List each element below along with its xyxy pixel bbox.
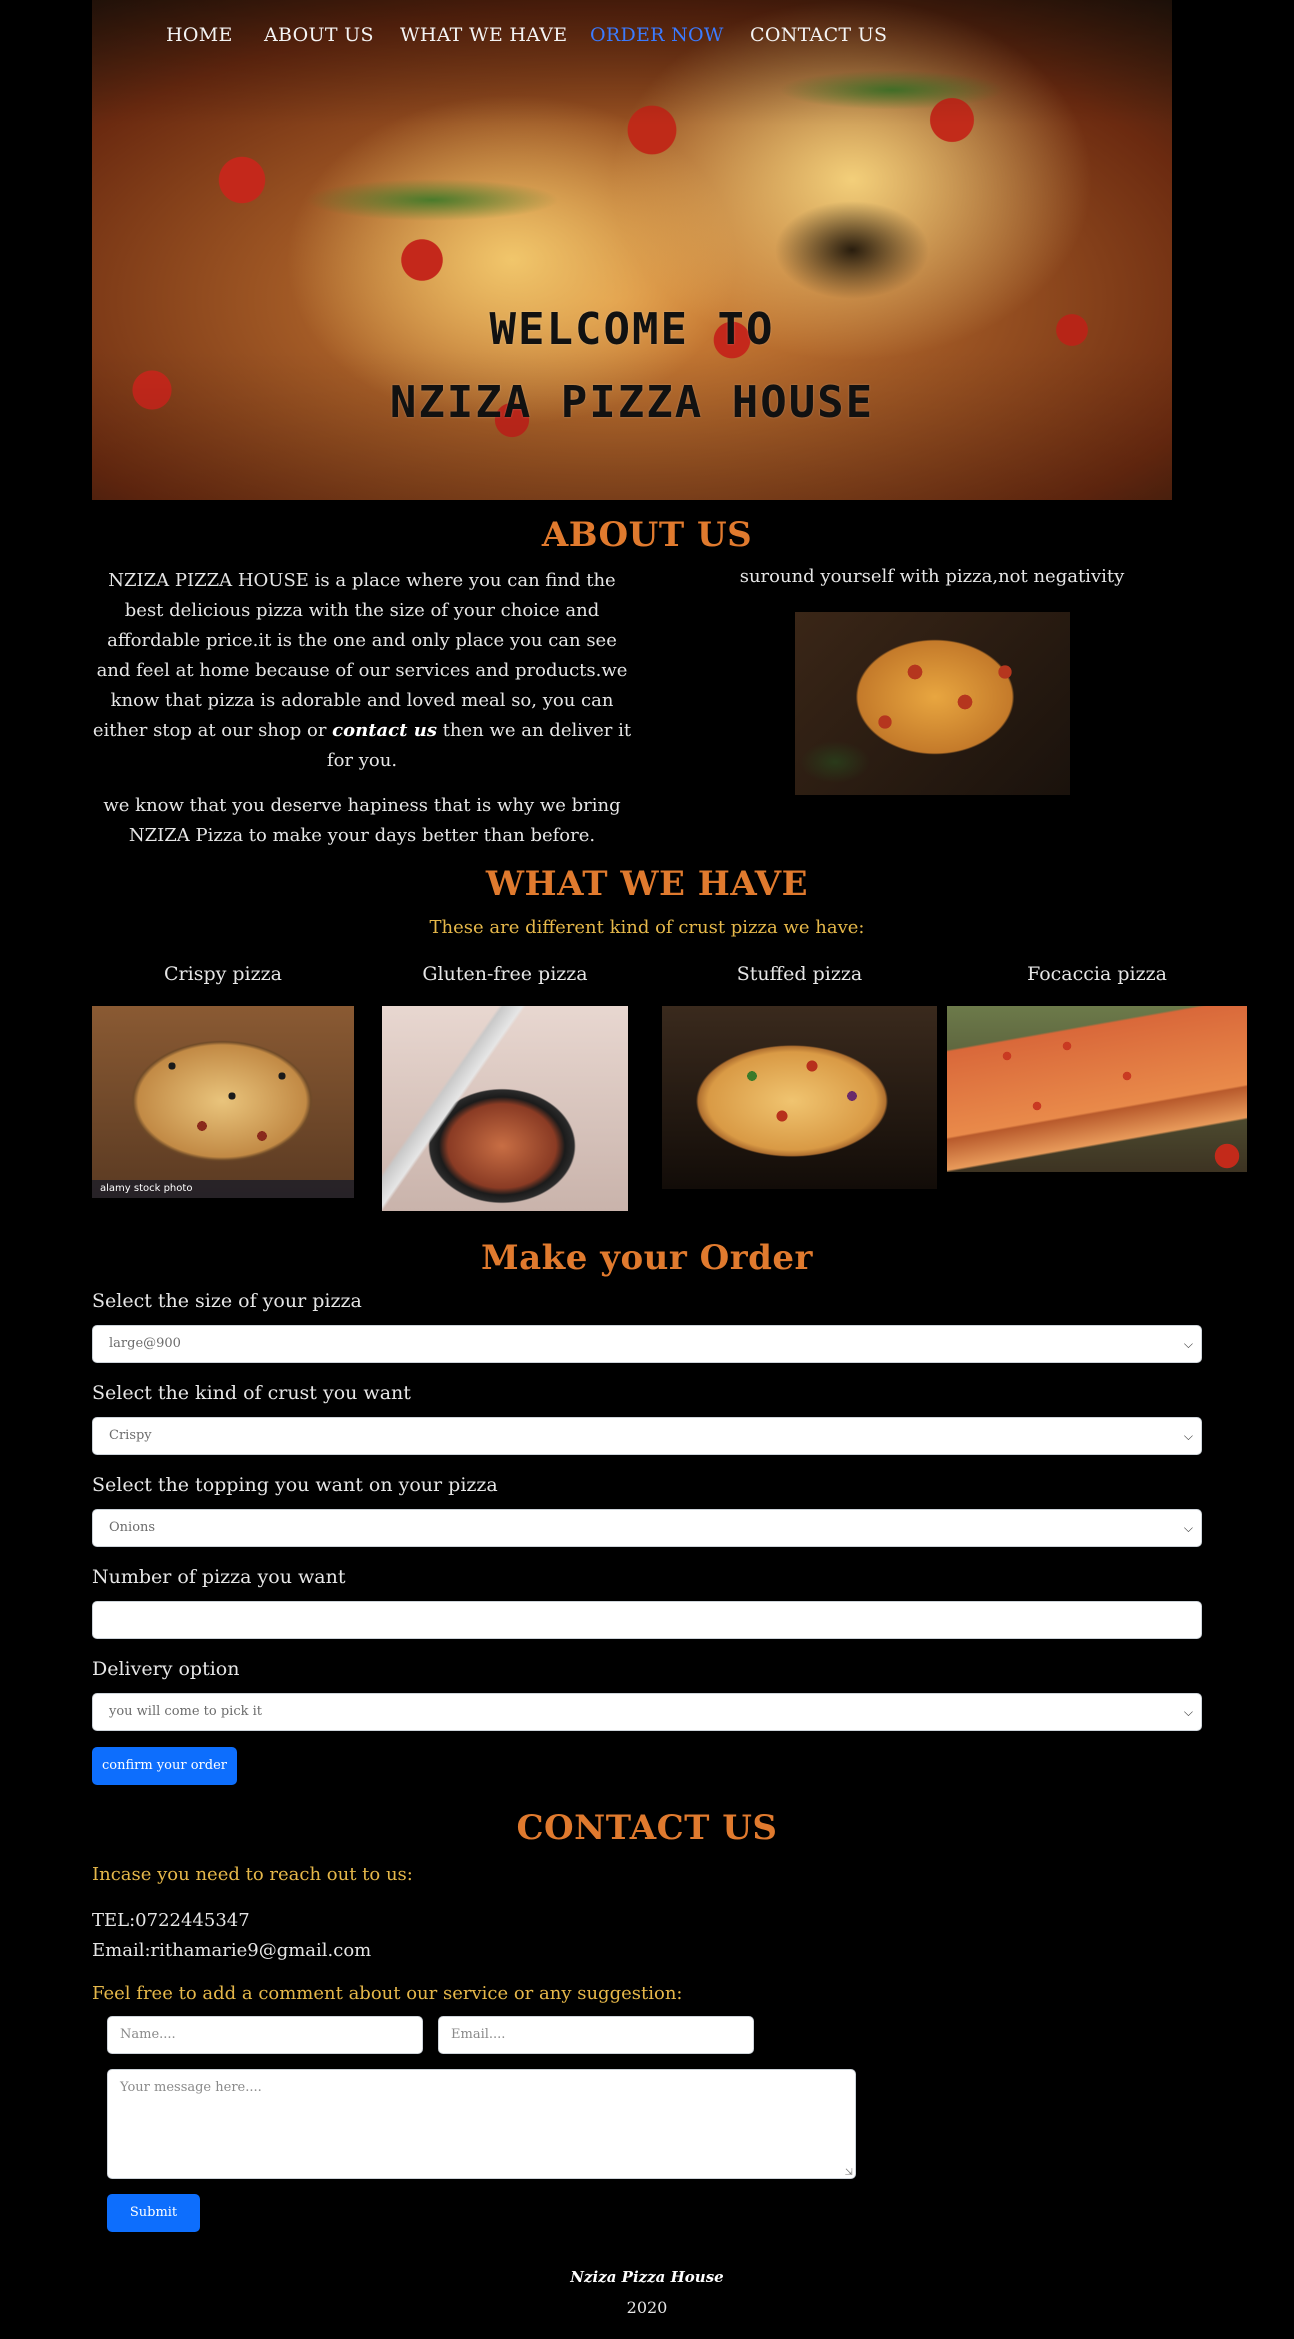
contact-email: Email:rithamarie9@gmail.com	[92, 1940, 372, 1961]
chevron-down-icon: ⌵	[1183, 1337, 1193, 1351]
number-label: Number of pizza you want	[92, 1566, 346, 1588]
crust-select-value: Crispy	[109, 1428, 152, 1443]
crust-label: Select the kind of crust you want	[92, 1382, 411, 1404]
message-placeholder: Your message here....	[120, 2080, 262, 2095]
resize-grip-icon[interactable]: ⇲	[845, 2167, 853, 2178]
crust-label-stuffed: Stuffed pizza	[736, 963, 863, 985]
gluten-free-pizza-image	[382, 1006, 628, 1211]
topping-select-value: Onions	[109, 1520, 156, 1535]
about-text: NZIZA PIZZA HOUSE is a place where you c…	[92, 566, 632, 866]
email-input[interactable]: Email....	[438, 2016, 754, 2054]
delivery-select[interactable]: you will come to pick it ⌵	[92, 1693, 1202, 1731]
nav-home[interactable]: HOME	[166, 24, 233, 46]
delivery-select-value: you will come to pick it	[109, 1704, 263, 1719]
name-input-placeholder: Name....	[120, 2027, 176, 2042]
contact-tel: TEL:0722445347	[92, 1910, 250, 1931]
hero-banner: HOME ABOUT US WHAT WE HAVE ORDER NOW CON…	[92, 0, 1172, 500]
nav-contact-us[interactable]: CONTACT US	[750, 24, 887, 46]
topping-label: Select the topping you want on your pizz…	[92, 1474, 498, 1496]
size-select[interactable]: large@900 ⌵	[92, 1325, 1202, 1363]
message-textarea[interactable]: Your message here.... ⇲	[107, 2069, 856, 2179]
topping-select[interactable]: Onions ⌵	[92, 1509, 1202, 1547]
size-label: Select the size of your pizza	[92, 1290, 362, 1312]
about-pizza-image	[795, 612, 1070, 795]
stuffed-pizza-image	[662, 1006, 937, 1189]
chevron-down-icon: ⌵	[1183, 1521, 1193, 1535]
submit-button[interactable]: Submit	[107, 2194, 200, 2232]
footer-year: 2020	[626, 2298, 668, 2317]
size-select-value: large@900	[109, 1336, 181, 1351]
chevron-down-icon: ⌵	[1183, 1429, 1193, 1443]
name-input[interactable]: Name....	[107, 2016, 423, 2054]
footer-brand: Nziza Pizza House	[570, 2268, 724, 2286]
crispy-pizza-image: alamy stock photo	[92, 1006, 354, 1198]
hero-title-line1: WELCOME TO	[489, 304, 775, 355]
nav-about-us[interactable]: ABOUT US	[264, 24, 374, 46]
about-heading: ABOUT US	[541, 515, 753, 555]
crust-label-focaccia: Focaccia pizza	[1027, 963, 1167, 985]
crust-label-crispy: Crispy pizza	[164, 963, 282, 985]
hero-title-line2: NZIZA PIZZA HOUSE	[389, 377, 875, 428]
focaccia-pizza-image	[947, 1006, 1247, 1172]
crust-select[interactable]: Crispy ⌵	[92, 1417, 1202, 1455]
what-we-have-subtitle: These are different kind of crust pizza …	[429, 917, 865, 938]
contact-heading: CONTACT US	[516, 1808, 778, 1848]
number-input[interactable]	[92, 1601, 1202, 1639]
reach-out-text: Incase you need to reach out to us:	[92, 1864, 413, 1885]
about-paragraph-1-text: NZIZA PIZZA HOUSE is a place where you c…	[92, 570, 628, 741]
order-heading: Make your Order	[481, 1238, 813, 1278]
nav-order-now[interactable]: ORDER NOW	[590, 24, 724, 46]
alamy-watermark: alamy stock photo	[92, 1180, 354, 1198]
about-paragraph-1: NZIZA PIZZA HOUSE is a place where you c…	[92, 566, 632, 776]
about-caption: suround yourself with pizza,not negativi…	[739, 566, 1125, 587]
confirm-order-button[interactable]: confirm your order	[92, 1747, 237, 1785]
delivery-label: Delivery option	[92, 1658, 240, 1680]
crust-label-gluten-free: Gluten-free pizza	[422, 963, 588, 985]
about-paragraph-2: we know that you deserve hapiness that i…	[103, 795, 621, 846]
chevron-down-icon: ⌵	[1183, 1705, 1193, 1719]
what-we-have-heading: WHAT WE HAVE	[485, 864, 809, 904]
email-input-placeholder: Email....	[451, 2027, 506, 2042]
comment-prompt-text: Feel free to add a comment about our ser…	[92, 1983, 683, 2004]
nav-what-we-have[interactable]: WHAT WE HAVE	[400, 24, 567, 46]
contact-us-link[interactable]: contact us	[332, 720, 437, 741]
